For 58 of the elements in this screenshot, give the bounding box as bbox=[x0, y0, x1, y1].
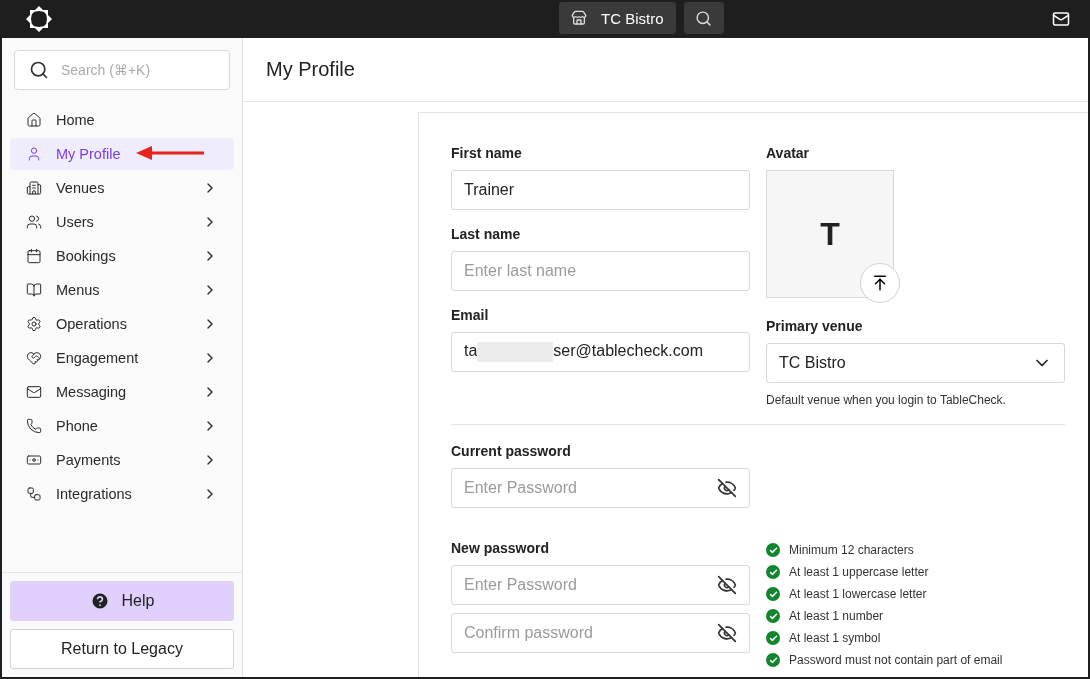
phone-icon bbox=[26, 418, 42, 434]
search-icon bbox=[29, 60, 49, 80]
page-title: My Profile bbox=[266, 58, 355, 81]
heart-person-icon bbox=[26, 350, 42, 366]
home-icon bbox=[26, 112, 42, 128]
nav-item[interactable]: Integrations bbox=[10, 478, 234, 510]
field-label: Email bbox=[451, 307, 490, 323]
search-button[interactable] bbox=[683, 2, 724, 34]
help-icon bbox=[89, 591, 110, 611]
nav-item[interactable]: Messaging bbox=[10, 376, 234, 408]
nav-item[interactable]: Phone bbox=[10, 410, 234, 442]
rule-text: At least 1 uppercase letter bbox=[789, 565, 929, 579]
store-icon bbox=[571, 10, 587, 26]
nav-item[interactable]: Operations bbox=[10, 308, 234, 340]
upload-button[interactable] bbox=[860, 263, 900, 303]
venue-button[interactable]: TC Bistro bbox=[559, 2, 676, 34]
field-label: First name bbox=[451, 145, 523, 161]
nav-item[interactable]: My Profile bbox=[10, 138, 234, 170]
field-label: Current password bbox=[451, 443, 572, 459]
eye-off-icon[interactable] bbox=[717, 623, 737, 643]
nav-item[interactable]: Users bbox=[10, 206, 234, 238]
nav-item[interactable]: Engagement bbox=[10, 342, 234, 374]
eye-off-icon[interactable] bbox=[717, 478, 737, 498]
rule-text: At least 1 lowercase letter bbox=[789, 587, 927, 601]
field-label: Last name bbox=[451, 226, 522, 242]
calendar-icon bbox=[26, 248, 42, 264]
hint-text: Default venue when you login to TableCheck. bbox=[766, 393, 1007, 407]
rule-text: Minimum 12 characters bbox=[789, 543, 914, 557]
field-label: Primary venue bbox=[766, 318, 864, 334]
building-icon bbox=[26, 180, 42, 196]
person-icon bbox=[26, 146, 42, 162]
gear-icon bbox=[26, 316, 42, 332]
help-button[interactable]: Help bbox=[10, 581, 234, 621]
rule-text: At least 1 number bbox=[789, 609, 884, 623]
mail-icon bbox=[26, 384, 42, 400]
mail-icon[interactable] bbox=[1052, 10, 1070, 28]
people-icon bbox=[26, 214, 42, 230]
venue-select[interactable]: TC Bistro bbox=[766, 343, 1065, 383]
nav-item[interactable]: Menus bbox=[10, 274, 234, 306]
nav-item[interactable]: Bookings bbox=[10, 240, 234, 272]
eye-off-icon[interactable] bbox=[717, 575, 737, 595]
field-label: Avatar bbox=[766, 145, 811, 161]
banknote-icon bbox=[26, 452, 42, 468]
nav-item[interactable]: Payments bbox=[10, 444, 234, 476]
rule-text: Password must not contain part of email bbox=[789, 653, 1003, 667]
pointer-arrow bbox=[136, 145, 206, 161]
return-to-legacy-button[interactable]: Return to Legacy bbox=[10, 629, 234, 669]
rule-text: At least 1 symbol bbox=[789, 631, 881, 645]
upload-icon bbox=[871, 274, 889, 292]
flow-icon bbox=[26, 486, 42, 502]
input-field[interactable]: ta ser@tablecheck.com bbox=[451, 332, 750, 372]
search-icon bbox=[695, 9, 712, 27]
book-icon bbox=[26, 282, 42, 298]
nav-item[interactable]: Venues bbox=[10, 172, 234, 204]
nav-item[interactable]: Home bbox=[10, 104, 234, 136]
logo-icon bbox=[26, 6, 52, 32]
field-label: New password bbox=[451, 540, 551, 556]
input-field[interactable]: Trainer bbox=[451, 170, 750, 210]
